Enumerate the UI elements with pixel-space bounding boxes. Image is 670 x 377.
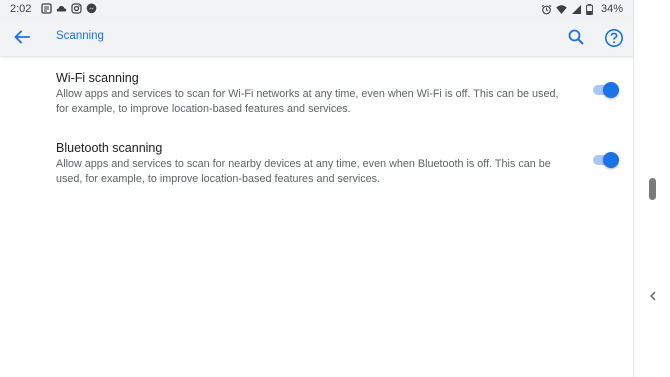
search-icon[interactable]: [565, 26, 587, 48]
setting-summary-line: used, for example, to improve location-b…: [56, 172, 381, 185]
scrollbar-handle[interactable]: [649, 178, 656, 200]
back-arrow-icon[interactable]: [11, 26, 33, 48]
setting-summary: Allow apps and services to scan for Wi-F…: [56, 87, 576, 116]
status-bar: 2:02 34%: [0, 0, 633, 18]
wifi-scanning-setting[interactable]: Wi-Fi scanning Allow apps and services t…: [56, 70, 576, 116]
messenger-icon: [86, 3, 97, 14]
bluetooth-scanning-toggle[interactable]: [593, 152, 619, 168]
bluetooth-scanning-setting[interactable]: Bluetooth scanning Allow apps and servic…: [56, 140, 576, 186]
toggle-thumb: [603, 82, 619, 98]
wifi-icon: [556, 4, 567, 15]
signal-icon: [571, 4, 582, 15]
notification-icons: [41, 3, 97, 14]
setting-summary: Allow apps and services to scan for near…: [56, 157, 576, 186]
system-icons: 34%: [541, 3, 623, 15]
page-title: Scanning: [56, 30, 104, 42]
setting-summary-line: for example, to improve location-based f…: [56, 102, 351, 115]
chevron-left-icon[interactable]: [648, 286, 658, 306]
setting-title: Bluetooth scanning: [56, 141, 163, 155]
help-icon[interactable]: [602, 26, 626, 50]
app-bar: Scanning: [0, 18, 633, 56]
instagram-icon: [71, 3, 82, 14]
notes-icon: [41, 3, 52, 14]
settings-screen: 2:02 34% Scanning Wi-Fi scanning Allow a…: [0, 0, 633, 377]
status-time: 2:02: [10, 3, 32, 15]
setting-title: Wi-Fi scanning: [56, 71, 139, 85]
battery-icon: [586, 3, 597, 15]
toggle-thumb: [603, 152, 619, 168]
cloud-icon: [56, 3, 67, 14]
side-rail: [633, 0, 670, 377]
battery-percentage: 34%: [600, 3, 623, 15]
setting-summary-line: Allow apps and services to scan for Wi-F…: [56, 88, 559, 100]
setting-summary-line: Allow apps and services to scan for near…: [56, 158, 551, 170]
alarm-icon: [541, 4, 552, 15]
wifi-scanning-toggle[interactable]: [593, 82, 619, 98]
